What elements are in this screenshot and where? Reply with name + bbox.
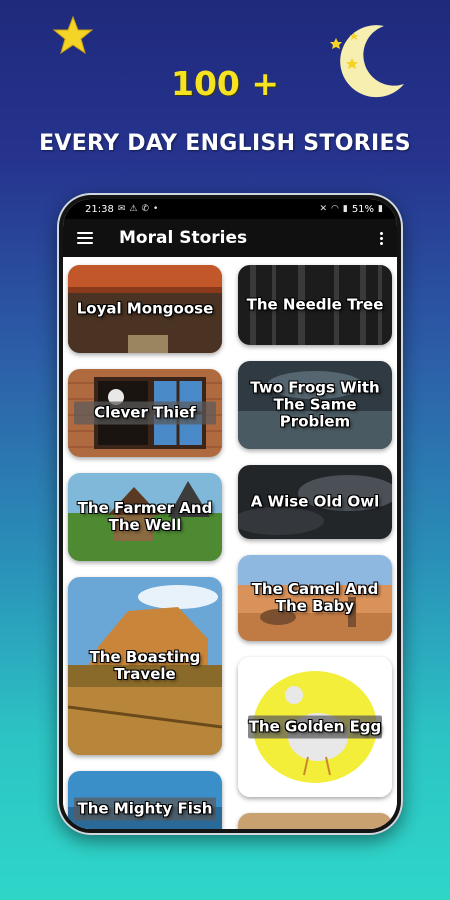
call-icon: ✆: [141, 204, 149, 214]
wifi-icon: ◠: [331, 204, 339, 214]
story-title: Clever Thief: [74, 401, 216, 425]
story-title-text: The Golden Egg: [248, 715, 382, 739]
story-card-boasting-traveler[interactable]: The Boasting Travele: [68, 577, 222, 755]
story-title: Two Frogs With The Same Problem: [250, 378, 380, 431]
battery-icon: ▮: [378, 204, 383, 214]
story-title: The Mighty Fish: [74, 797, 216, 821]
story-thumbnail: [238, 813, 392, 829]
story-card-golden-egg[interactable]: The Golden Egg: [238, 657, 392, 797]
app-bar: Moral Stories: [63, 219, 397, 257]
dot-icon: •: [153, 204, 159, 214]
status-bar: 21:38 ✉ ⚠ ✆ • ✕ ◠ ▮ 51% ▮: [63, 199, 397, 219]
story-card-needle-tree[interactable]: The Needle Tree: [238, 265, 392, 345]
story-card-loyal-mongoose[interactable]: Loyal Mongoose: [68, 265, 222, 353]
app-screen: 21:38 ✉ ⚠ ✆ • ✕ ◠ ▮ 51% ▮ Moral Stories: [63, 199, 397, 829]
story-card-clever-thief[interactable]: Clever Thief: [68, 369, 222, 457]
story-card-camel-baby[interactable]: The Camel And The Baby: [238, 555, 392, 641]
star-icon: [52, 16, 94, 55]
app-title: Moral Stories: [119, 228, 248, 248]
status-time: 21:38: [85, 203, 114, 215]
hamburger-menu-icon[interactable]: [77, 232, 93, 244]
story-title: Loyal Mongoose: [76, 299, 214, 318]
story-card-mighty-fish[interactable]: The Mighty Fish: [68, 771, 222, 829]
story-card-two-frogs[interactable]: Two Frogs With The Same Problem: [238, 361, 392, 449]
mute-icon: ✕: [319, 204, 327, 214]
battery-level: 51%: [351, 203, 375, 215]
alert-icon: ⚠: [129, 204, 138, 214]
headline-tagline: EVERY DAY ENGLISH STORIES: [39, 131, 411, 156]
story-card-partial[interactable]: [238, 813, 392, 829]
story-title: The Farmer And The Well: [77, 499, 213, 534]
story-card-wise-old-owl[interactable]: A Wise Old Owl: [238, 465, 392, 539]
signal-icon: ▮: [342, 204, 348, 214]
story-card-farmer-well[interactable]: The Farmer And The Well: [68, 473, 222, 561]
headline-count: 100 +: [170, 64, 280, 103]
story-title-text: Clever Thief: [74, 401, 216, 425]
phone-frame: 21:38 ✉ ⚠ ✆ • ✕ ◠ ▮ 51% ▮ Moral Stories: [57, 193, 403, 835]
story-title: The Golden Egg: [248, 715, 382, 739]
story-title: A Wise Old Owl: [250, 492, 380, 511]
story-title: The Boasting Travele: [89, 648, 201, 683]
message-icon: ✉: [117, 204, 126, 214]
story-title-text: The Mighty Fish: [74, 797, 216, 821]
story-title: The Camel And The Baby: [251, 580, 379, 615]
story-title: The Needle Tree: [246, 295, 384, 314]
story-grid: Loyal Mongoose Clever Thief The Farmer A…: [63, 257, 397, 829]
more-vert-icon[interactable]: [375, 231, 387, 245]
